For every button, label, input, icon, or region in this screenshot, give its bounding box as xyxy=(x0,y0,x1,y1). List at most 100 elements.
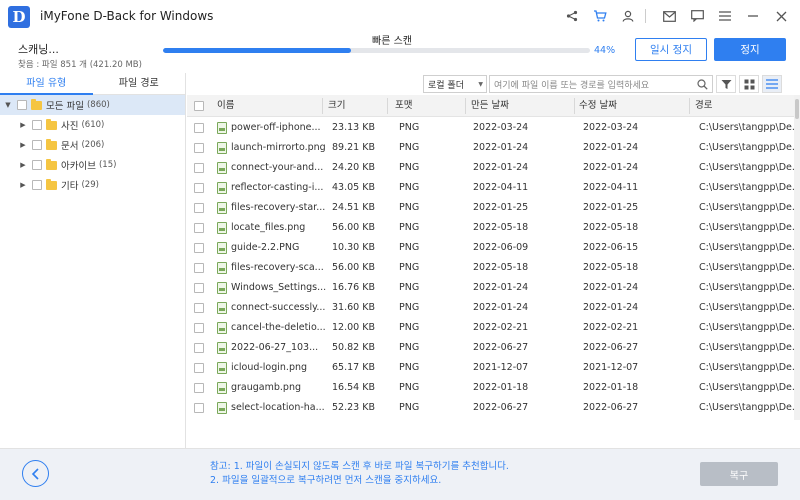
tree-item[interactable]: ▶ 기타 (29) xyxy=(0,175,185,195)
image-file-icon xyxy=(217,402,227,414)
cell-name: launch-mirrorto.png xyxy=(231,142,326,153)
column-separator xyxy=(689,98,690,114)
table-row[interactable]: graugamb.png 16.54 KB PNG 2022-01-18 2022-01… xyxy=(187,378,794,398)
row-checkbox[interactable] xyxy=(194,383,204,393)
row-checkbox[interactable] xyxy=(194,403,204,413)
grid-icon xyxy=(744,79,754,89)
cell-name: connect-your-and... xyxy=(231,162,324,173)
cell-name: files-recovery-sca... xyxy=(231,262,324,273)
chevron-right-icon[interactable]: ▶ xyxy=(18,181,28,189)
location-select[interactable]: 로컬 폴더 ▼ xyxy=(423,75,487,93)
cell-modified: 2022-06-27 xyxy=(583,402,639,413)
image-file-icon xyxy=(217,322,227,334)
column-path[interactable]: 경로 xyxy=(695,95,712,117)
row-checkbox[interactable] xyxy=(194,163,204,173)
menu-icon[interactable] xyxy=(714,6,736,26)
table-row[interactable]: launch-mirrorto.png 89.21 KB PNG 2022-01-24… xyxy=(187,138,794,158)
back-button[interactable] xyxy=(22,460,49,487)
cell-name: select-location-ha... xyxy=(231,402,325,413)
close-icon[interactable] xyxy=(770,6,792,26)
table-row[interactable]: locate_files.png 56.00 KB PNG 2022-05-18 202… xyxy=(187,218,794,238)
column-created[interactable]: 만든 날짜 xyxy=(471,95,509,117)
tree-item-checkbox[interactable] xyxy=(32,160,42,170)
image-file-icon xyxy=(217,342,227,354)
chevron-right-icon[interactable]: ▶ xyxy=(18,141,28,149)
tree-item[interactable]: ▶ 사진 (610) xyxy=(0,115,185,135)
row-checkbox[interactable] xyxy=(194,343,204,353)
table-row[interactable]: icloud-login.png 65.17 KB PNG 2021-12-07 202… xyxy=(187,358,794,378)
tree-item-checkbox[interactable] xyxy=(17,100,27,110)
table-row[interactable]: guide-2.2.PNG 10.30 KB PNG 2022-06-09 2022-0… xyxy=(187,238,794,258)
row-checkbox[interactable] xyxy=(194,123,204,133)
row-checkbox[interactable] xyxy=(194,283,204,293)
tab-file-type[interactable]: 파일 유형 xyxy=(0,73,93,94)
tree-item-checkbox[interactable] xyxy=(32,180,42,190)
tree-item-count: (29) xyxy=(81,180,99,190)
column-separator xyxy=(387,98,388,114)
cell-modified: 2022-01-24 xyxy=(583,282,639,293)
column-separator xyxy=(574,98,575,114)
tree-item[interactable]: ▼ 모든 파일 (860) xyxy=(0,95,185,115)
stop-button[interactable]: 정지 xyxy=(714,38,786,61)
chevron-down-icon[interactable]: ▼ xyxy=(3,101,13,109)
column-size[interactable]: 크기 xyxy=(328,95,345,117)
grid-view-button[interactable] xyxy=(739,75,759,93)
row-checkbox[interactable] xyxy=(194,263,204,273)
cell-path: C:\Users\tangpp\De... xyxy=(699,382,794,393)
row-checkbox[interactable] xyxy=(194,363,204,373)
row-checkbox[interactable] xyxy=(194,203,204,213)
table-row[interactable]: 2022-06-27_103... 50.82 KB PNG 2022-06-27 20… xyxy=(187,338,794,358)
select-all-checkbox[interactable] xyxy=(194,101,204,111)
tree-item-checkbox[interactable] xyxy=(32,140,42,150)
image-file-icon xyxy=(217,182,227,194)
found-count: 찾음 : 파일 851 개 (421.20 MB) xyxy=(18,60,142,70)
pause-button[interactable]: 일시 정지 xyxy=(635,38,707,61)
search-icon[interactable] xyxy=(697,79,708,93)
filter-icon xyxy=(721,79,731,89)
chevron-right-icon[interactable]: ▶ xyxy=(18,121,28,129)
mail-icon[interactable] xyxy=(658,6,680,26)
user-icon[interactable] xyxy=(617,6,639,26)
tree-item[interactable]: ▶ 문서 (206) xyxy=(0,135,185,155)
table-row[interactable]: cancel-the-deletio... 12.00 KB PNG 2022-02-… xyxy=(187,318,794,338)
table-row[interactable]: reflector-casting-i... 43.05 KB PNG 2022-04… xyxy=(187,178,794,198)
cell-modified: 2022-06-27 xyxy=(583,342,639,353)
row-checkbox[interactable] xyxy=(194,183,204,193)
cell-path: C:\Users\tangpp\De... xyxy=(699,242,794,253)
table-row[interactable]: files-recovery-sca... 56.00 KB PNG 2022-05-… xyxy=(187,258,794,278)
tab-file-path[interactable]: 파일 경로 xyxy=(93,73,186,94)
minimize-icon[interactable] xyxy=(742,6,764,26)
scrollbar-thumb[interactable] xyxy=(795,99,799,119)
image-file-icon xyxy=(217,222,227,234)
table-row[interactable]: power-off-iphone... 23.13 KB PNG 2022-03-24… xyxy=(187,118,794,138)
column-format[interactable]: 포맷 xyxy=(395,95,412,117)
row-checkbox[interactable] xyxy=(194,303,204,313)
recover-button[interactable]: 복구 xyxy=(700,462,778,486)
row-checkbox[interactable] xyxy=(194,143,204,153)
tree-item[interactable]: ▶ 아카이브 (15) xyxy=(0,155,185,175)
cell-created: 2022-06-27 xyxy=(473,342,529,353)
tree-item-checkbox[interactable] xyxy=(32,120,42,130)
cell-created: 2022-01-24 xyxy=(473,162,529,173)
list-view-button[interactable] xyxy=(762,75,782,93)
table-row[interactable]: connect-your-and... 24.20 KB PNG 2022-01-24… xyxy=(187,158,794,178)
vertical-scrollbar[interactable] xyxy=(794,95,800,420)
column-modified[interactable]: 수정 날짜 xyxy=(579,95,617,117)
search-input[interactable]: 여기에 파일 이름 또는 경로를 입력하세요 xyxy=(489,75,713,93)
row-checkbox[interactable] xyxy=(194,243,204,253)
row-checkbox[interactable] xyxy=(194,323,204,333)
row-checkbox[interactable] xyxy=(194,223,204,233)
tip-line-2: 2. 파일을 일괄적으로 복구하려면 먼저 스캔을 중지하세요. xyxy=(210,475,442,486)
feedback-icon[interactable] xyxy=(686,6,708,26)
cart-icon[interactable] xyxy=(589,6,611,26)
table-row[interactable]: connect-successly... 31.60 KB PNG 2022-01-2… xyxy=(187,298,794,318)
table-row[interactable]: files-recovery-star... 24.51 KB PNG 2022-01… xyxy=(187,198,794,218)
share-icon[interactable] xyxy=(561,6,583,26)
table-row[interactable]: select-location-ha... 52.23 KB PNG 2022-06-… xyxy=(187,398,794,418)
image-file-icon xyxy=(217,362,227,374)
cell-path: C:\Users\tangpp\De... xyxy=(699,162,794,173)
chevron-right-icon[interactable]: ▶ xyxy=(18,161,28,169)
table-row[interactable]: Windows_Settings... 16.76 KB PNG 2022-01-24… xyxy=(187,278,794,298)
filter-button[interactable] xyxy=(716,75,736,93)
column-name[interactable]: 이름 xyxy=(217,95,234,117)
